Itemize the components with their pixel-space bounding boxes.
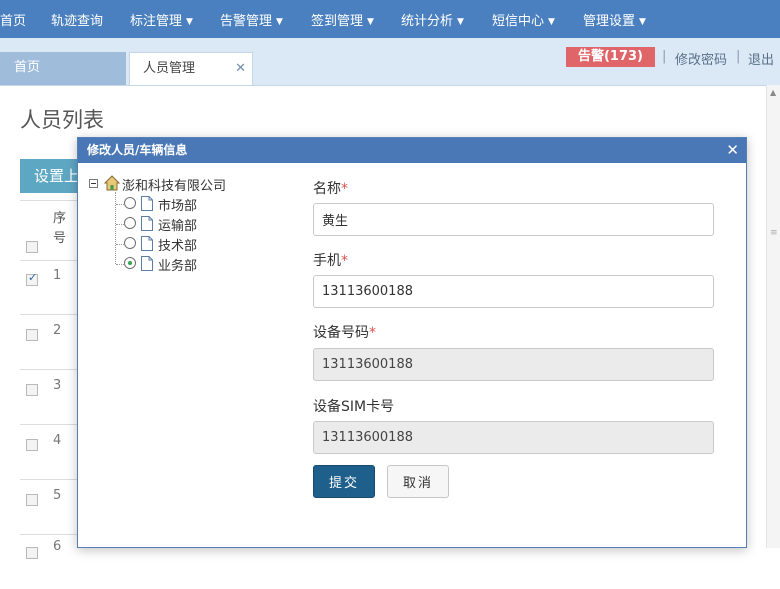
table-row[interactable]: 1 xyxy=(20,260,78,315)
tree-node-label[interactable]: 业务部 xyxy=(158,255,197,274)
table-row[interactable]: 3 xyxy=(20,370,78,425)
sim-number-input xyxy=(313,421,714,454)
submit-button[interactable]: 提交 xyxy=(313,465,375,498)
row-checkbox[interactable] xyxy=(26,547,38,559)
chevron-down-icon: ▼ xyxy=(276,17,283,27)
phone-label: 手机* xyxy=(313,253,348,269)
tab-home[interactable]: 首页 xyxy=(0,52,126,85)
table-row[interactable]: 2 xyxy=(20,315,78,370)
row-checkbox[interactable] xyxy=(26,271,38,286)
document-icon xyxy=(141,216,153,231)
row-number: 2 xyxy=(53,323,62,338)
chevron-down-icon: ▼ xyxy=(457,17,464,27)
table-row[interactable]: 4 xyxy=(20,425,78,480)
page-title: 人员列表 xyxy=(20,108,104,132)
chevron-down-icon: ▼ xyxy=(548,17,555,27)
name-input[interactable] xyxy=(313,203,714,236)
house-icon xyxy=(104,175,120,191)
dialog-title: 修改人员/车辆信息 xyxy=(87,143,188,157)
nav-statistics[interactable]: 统计分析 ▼ xyxy=(401,10,464,29)
select-all-checkbox[interactable] xyxy=(26,241,38,253)
chevron-down-icon: ▼ xyxy=(639,17,646,27)
row-number: 5 xyxy=(53,488,62,503)
table-row[interactable]: 5 xyxy=(20,480,78,535)
tree-node-label[interactable]: 运输部 xyxy=(158,215,197,234)
chevron-down-icon: ▼ xyxy=(367,17,374,27)
nav-home[interactable]: 首页 xyxy=(0,10,26,29)
document-icon xyxy=(141,256,153,271)
phone-input[interactable] xyxy=(313,275,714,308)
row-checkbox[interactable] xyxy=(26,384,38,396)
collapse-icon[interactable] xyxy=(89,179,98,188)
table-header-row: 序号 xyxy=(20,201,78,261)
change-password-link[interactable]: 修改密码 xyxy=(675,49,727,68)
chevron-down-icon: ▼ xyxy=(186,17,193,27)
tree-node-label[interactable]: 技术部 xyxy=(158,235,197,254)
tree-connector xyxy=(116,204,124,205)
nav-admin-settings[interactable]: 管理设置 ▼ xyxy=(583,10,646,29)
tree-root-label: 澎和科技有限公司 xyxy=(122,179,227,194)
tree-connector xyxy=(115,192,117,264)
radio-business[interactable] xyxy=(124,257,136,269)
device-number-input xyxy=(313,348,714,381)
header-seq: 序号 xyxy=(53,211,67,246)
toolbar-separator: | xyxy=(662,49,667,64)
scroll-up-icon[interactable]: ▲ xyxy=(770,88,776,97)
tab-personnel-management[interactable]: 人员管理 ✕ xyxy=(129,52,253,85)
nav-alarm-management[interactable]: 告警管理 ▼ xyxy=(220,10,283,29)
row-number: 4 xyxy=(53,433,62,448)
tree-connector xyxy=(116,244,124,245)
radio-market[interactable] xyxy=(124,197,136,209)
top-nav: 首页 轨迹查询 标注管理 ▼ 告警管理 ▼ 签到管理 ▼ 统计分析 ▼ 短信中心 ▼ 管理… xyxy=(0,0,780,38)
scroll-grip-icon[interactable]: ≡ xyxy=(770,228,778,238)
row-checkbox[interactable] xyxy=(26,329,38,341)
radio-transport[interactable] xyxy=(124,217,136,229)
close-icon[interactable]: ✕ xyxy=(726,138,739,163)
toolbar-separator: | xyxy=(736,49,741,64)
document-icon xyxy=(141,196,153,211)
row-number: 3 xyxy=(53,378,62,393)
nav-checkin-management[interactable]: 签到管理 ▼ xyxy=(311,10,374,29)
row-checkbox[interactable] xyxy=(26,439,38,451)
cancel-button[interactable]: 取消 xyxy=(387,465,449,498)
edit-personnel-dialog: 修改人员/车辆信息 ✕ 澎和科技有限公司 市场部 运输部 技术部 业务部 名称*… xyxy=(77,137,747,548)
tree-node-label[interactable]: 市场部 xyxy=(158,195,197,214)
tree-connector xyxy=(116,264,124,265)
alarm-badge[interactable]: 告警(173) xyxy=(566,47,655,67)
table-row[interactable]: 6 xyxy=(20,535,78,589)
set-button[interactable]: 设置上 xyxy=(20,159,84,193)
tree-connector xyxy=(116,224,124,225)
page-scrollbar[interactable]: ▲ ≡ xyxy=(766,85,780,548)
row-number: 6 xyxy=(53,539,62,554)
row-checkbox[interactable] xyxy=(26,494,38,506)
personnel-table: 序号 1 2 3 4 5 6 xyxy=(20,200,78,559)
dialog-header: 修改人员/车辆信息 ✕ xyxy=(78,138,746,163)
document-icon xyxy=(141,236,153,251)
row-number: 1 xyxy=(53,268,62,283)
sim-number-label: 设备SIM卡号 xyxy=(313,399,395,415)
close-icon[interactable]: ✕ xyxy=(235,53,246,85)
nav-sms-center[interactable]: 短信中心 ▼ xyxy=(492,10,555,29)
name-label: 名称* xyxy=(313,181,348,197)
nav-mark-management[interactable]: 标注管理 ▼ xyxy=(130,10,193,29)
device-number-label: 设备号码* xyxy=(313,325,376,341)
radio-tech[interactable] xyxy=(124,237,136,249)
logout-link[interactable]: 退出 xyxy=(748,49,774,68)
nav-track-query[interactable]: 轨迹查询 xyxy=(51,10,103,29)
